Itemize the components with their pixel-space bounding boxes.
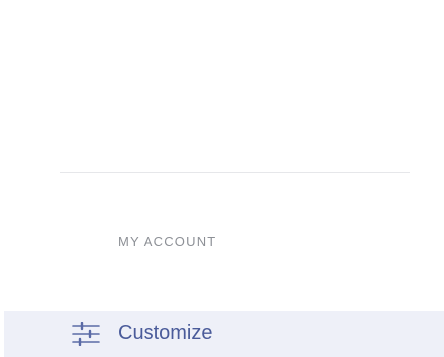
account-menu-panel: MY ACCOUNT Customize (0, 0, 444, 357)
sliders-icon (71, 321, 101, 347)
customize-menu-item[interactable]: Customize (4, 311, 444, 357)
my-account-section-header: MY ACCOUNT (118, 234, 217, 249)
section-divider (60, 172, 410, 173)
customize-menu-label: Customize (118, 322, 213, 344)
